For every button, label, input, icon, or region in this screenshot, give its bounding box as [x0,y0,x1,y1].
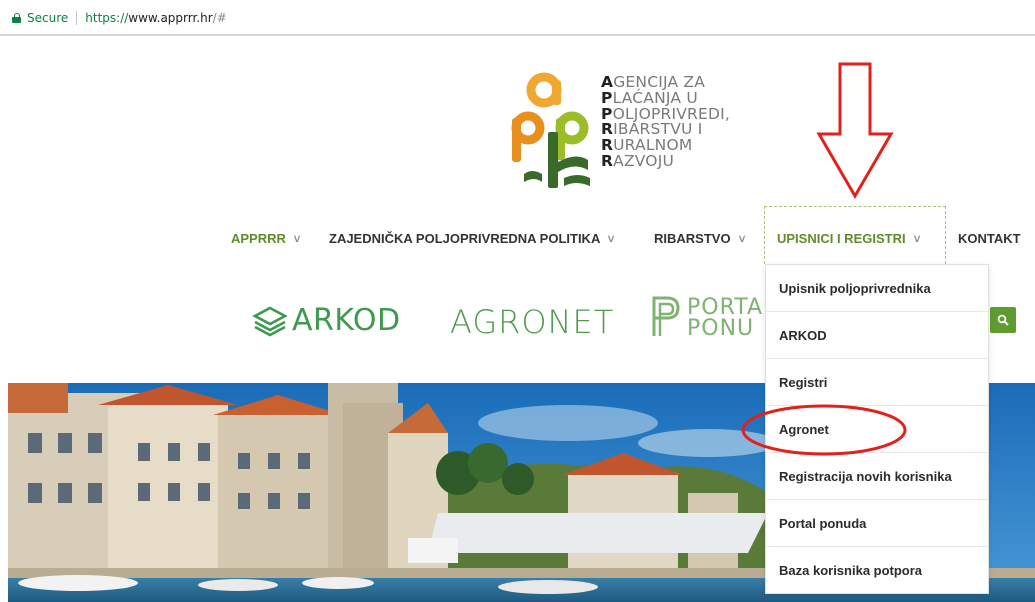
annotation-arrow-icon [816,62,894,199]
dropdown-item-registri[interactable]: Registri [766,359,988,406]
chevron-down-icon: ∨ [736,232,747,245]
url-host: www.apprrr.hr [128,11,213,25]
dropdown-item-arkod[interactable]: ARKOD [766,312,988,359]
portal-ponuda-icon [652,296,680,336]
main-nav: APPRRR ∨ ZAJEDNIČKA POLJOPRIVREDNA POLITI… [0,226,1035,250]
nav-item-upisnici-registri[interactable]: UPISNICI I REGISTRI ∨ [777,226,921,250]
nav-label: KONTAKT [958,230,1021,246]
lock-icon [12,13,21,23]
portal-ponuda-link[interactable]: PORTA PONU [650,294,764,341]
agronet-link[interactable]: AGRONET [450,303,614,341]
nav-item-zajednicka-politika[interactable]: ZAJEDNIČKA POLJOPRIVREDNA POLITIKA ∨ [329,226,617,250]
address-separator [76,11,78,25]
dropdown-upisnici-registri: Upisnik poljoprivrednika ARKOD Registri … [765,264,989,594]
nav-label: APPRRR [231,230,286,246]
search-button[interactable] [990,307,1016,333]
logo-wordmark: AGENCIJA ZA PLAĆANJA U POLJOPRIVREDI, RI… [601,74,730,170]
portal-label-line1: PORTA [687,295,764,320]
chevron-down-icon: ∨ [911,232,922,245]
nav-label: UPISNICI I REGISTRI [777,230,906,246]
nav-label: RIBARSTVO [654,230,731,246]
agronet-label: AGRONET [450,303,615,341]
nav-item-kontakt[interactable]: KONTAKT [958,226,1021,250]
secure-label: Secure [27,11,69,25]
search-icon [997,314,1009,326]
dropdown-item-upisnik-poljoprivrednika[interactable]: Upisnik poljoprivrednika [766,265,988,312]
browser-address-bar: Secure https://www.apprrr.hr/# [0,0,1035,36]
nav-item-ribarstvo[interactable]: RIBARSTVO ∨ [654,226,746,250]
url-field[interactable]: https://www.apprrr.hr/# [85,11,227,25]
apprrr-logo-icon[interactable] [508,70,598,192]
arkod-icon [252,306,288,336]
logo-line: RAZVOJU [601,151,675,170]
chevron-down-icon: ∨ [606,232,617,245]
dropdown-item-registracija-novih-korisnika[interactable]: Registracija novih korisnika [766,453,988,500]
chevron-down-icon: ∨ [292,232,302,245]
url-protocol: https:// [85,11,129,25]
dropdown-item-agronet[interactable]: Agronet [766,406,988,453]
arkod-label: ARKOD [292,303,401,338]
nav-item-apprrr[interactable]: APPRRR ∨ [231,226,302,250]
arkod-link[interactable]: ARKOD [252,303,401,338]
dropdown-item-portal-ponuda[interactable]: Portal ponuda [766,500,988,547]
dropdown-item-baza-korisnika-potpora[interactable]: Baza korisnika potpora [766,547,988,594]
url-path: /# [212,11,227,25]
portal-label-line2: PONU [687,316,755,341]
nav-label: ZAJEDNIČKA POLJOPRIVREDNA POLITIKA [329,230,601,246]
